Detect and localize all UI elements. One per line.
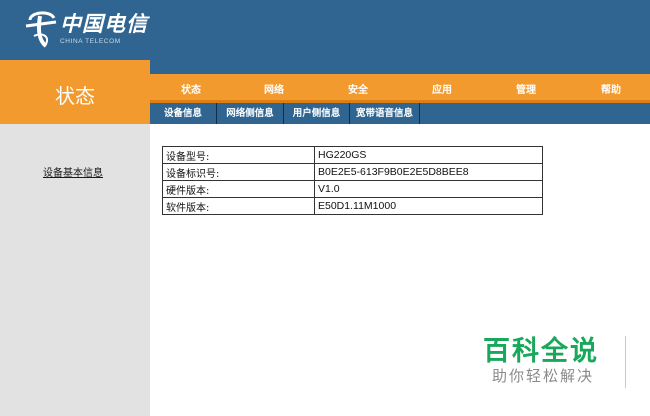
- device-id-value: B0E2E5-613F9B0E2E5D8BEE8: [314, 163, 543, 181]
- table-row: 设备标识号: B0E2E5-613F9B0E2E5D8BEE8: [162, 163, 543, 181]
- software-version-label: 软件版本:: [162, 197, 315, 215]
- nav-tab-help[interactable]: 帮助: [601, 81, 621, 96]
- nav-tab-network[interactable]: 网络: [264, 81, 284, 96]
- sidebar-title-box: 状态: [0, 60, 150, 124]
- table-row: 设备型号: HG220GS: [162, 146, 543, 164]
- watermark-title: 百科全说: [483, 336, 599, 367]
- nav-tab-application[interactable]: 应用: [432, 81, 452, 96]
- brand-name-cn: 中国电信: [60, 12, 148, 36]
- table-row: 软件版本: E50D1.11M1000: [162, 197, 543, 215]
- device-id-label: 设备标识号:: [162, 163, 315, 181]
- subtab-user-side-info[interactable]: 用户侧信息: [284, 103, 350, 124]
- sidebar-item-device-basic-info[interactable]: 设备基本信息: [43, 164, 103, 179]
- subtab-device-info[interactable]: 设备信息: [150, 103, 217, 124]
- hardware-version-value: V1.0: [314, 180, 543, 198]
- subtab-broadband-voice-info[interactable]: 宽带语音信息: [350, 103, 420, 124]
- device-info-table: 设备型号: HG220GS 设备标识号: B0E2E5-613F9B0E2E5D…: [162, 146, 543, 215]
- sub-nav: 设备信息 网络侧信息 用户侧信息 宽带语音信息: [150, 103, 650, 124]
- device-model-value: HG220GS: [314, 146, 543, 164]
- hardware-version-label: 硬件版本:: [162, 180, 315, 198]
- subtab-network-side-info[interactable]: 网络侧信息: [217, 103, 284, 124]
- software-version-value: E50D1.11M1000: [314, 197, 543, 215]
- main-nav: 状态 网络 安全 应用 管理 帮助: [150, 74, 650, 100]
- table-row: 硬件版本: V1.0: [162, 180, 543, 198]
- device-model-label: 设备型号:: [162, 146, 315, 164]
- nav-tab-status[interactable]: 状态: [181, 81, 201, 96]
- watermark-subtitle: 助你轻松解决: [492, 367, 595, 385]
- nav-tab-management[interactable]: 管理: [516, 81, 536, 96]
- header-bar: 中国电信 CHINA TELECOM: [0, 0, 650, 60]
- watermark-divider: [625, 336, 626, 388]
- sidebar: 设备基本信息: [0, 124, 150, 416]
- nav-tab-security[interactable]: 安全: [348, 81, 368, 96]
- brand-name-en: CHINA TELECOM: [60, 38, 121, 45]
- sidebar-title: 状态: [55, 84, 95, 108]
